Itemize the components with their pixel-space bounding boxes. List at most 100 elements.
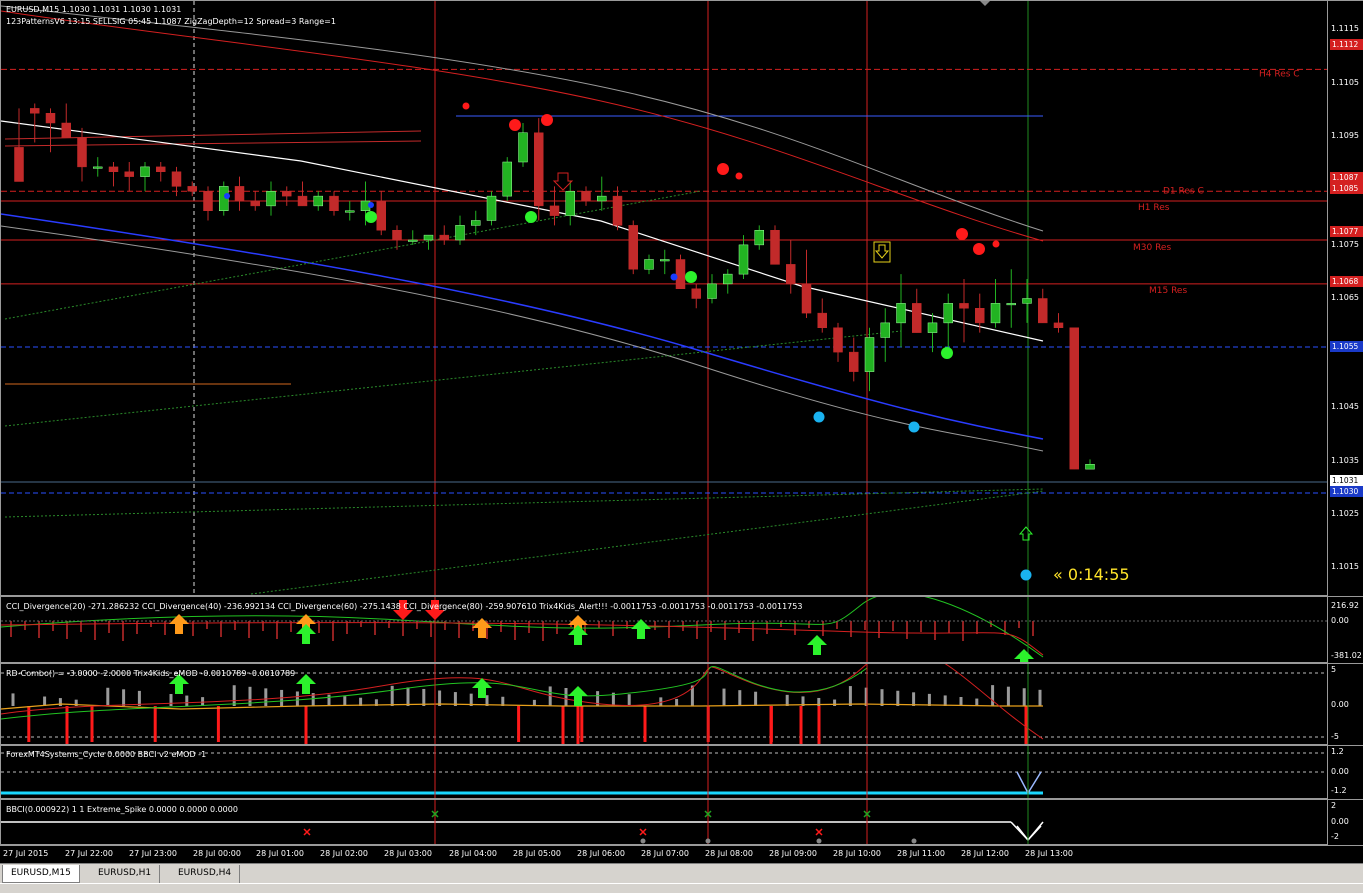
candle-body bbox=[203, 191, 213, 211]
indicator-label: 123PatternsV6 13:15 SELLSIG 05:45 1.1087… bbox=[6, 17, 336, 26]
candle-body bbox=[455, 225, 465, 241]
price-tick: 1.1105 bbox=[1331, 78, 1359, 87]
cci-axis: 216.92 0.00 -381.02 bbox=[1328, 596, 1363, 663]
resistance-label: M30 Res bbox=[1133, 243, 1171, 253]
rd-combo-label: RD-Combo() = -3.0000 -2.0000 Trix4Kids_e… bbox=[6, 669, 296, 678]
time-tick: 27 Jul 22:00 bbox=[65, 849, 113, 858]
candle-body bbox=[896, 303, 906, 324]
candle-body bbox=[61, 122, 71, 138]
signal-dot bbox=[735, 172, 743, 180]
candle-body bbox=[250, 200, 260, 207]
signal-dot bbox=[670, 273, 678, 281]
moving-average-line bbox=[1, 225, 1044, 452]
signal-dot bbox=[1020, 569, 1032, 581]
resistance-label: D1 Res C bbox=[1163, 186, 1204, 196]
rd-axis: 5 0.00 -5 bbox=[1328, 663, 1363, 745]
cci-tick: 216.92 bbox=[1331, 601, 1359, 610]
candle-body bbox=[644, 259, 654, 270]
price-tick: 1.1075 bbox=[1331, 240, 1359, 249]
price-tag-bid: 1.1031 bbox=[1330, 475, 1363, 486]
signal-dot bbox=[685, 271, 697, 283]
cycle-pane[interactable]: ForexMT4Systems_Cycle 0.0000 BBCI v2 eMO… bbox=[0, 745, 1328, 799]
rd-tick: 5 bbox=[1331, 665, 1337, 674]
buy-arrow-icon bbox=[807, 635, 827, 655]
time-tick: 28 Jul 04:00 bbox=[449, 849, 497, 858]
candle-body bbox=[660, 259, 670, 262]
candle-body bbox=[943, 303, 953, 324]
candle-body bbox=[1069, 327, 1079, 470]
candle-body bbox=[597, 195, 607, 202]
candle-body bbox=[849, 351, 859, 372]
time-tick: 28 Jul 03:00 bbox=[384, 849, 432, 858]
resistance-label: H4 Res C bbox=[1259, 69, 1300, 79]
price-tick: 1.1065 bbox=[1331, 293, 1359, 302]
signal-dot bbox=[911, 838, 917, 844]
signal-dot bbox=[525, 211, 537, 223]
candle-body bbox=[171, 171, 182, 187]
signal-dot bbox=[908, 421, 920, 433]
main-chart-pane[interactable]: H4 Res C D1 Res C H1 Res M30 Res M15 Res EUR… bbox=[0, 0, 1328, 596]
trend-line bbox=[4, 330, 902, 427]
tab-eurusd-h4[interactable]: EURUSD,H4 bbox=[170, 865, 241, 883]
candle-body bbox=[628, 225, 638, 270]
candle-body bbox=[486, 195, 497, 221]
candle-body bbox=[77, 137, 87, 168]
signal-dot bbox=[813, 411, 825, 423]
candle-body bbox=[266, 191, 276, 207]
candle-body bbox=[786, 264, 796, 285]
cci-tick: 0.00 bbox=[1331, 616, 1349, 625]
candle-body bbox=[1038, 298, 1048, 324]
time-tick: 28 Jul 11:00 bbox=[897, 849, 945, 858]
price-tag-h4: 1.1112 bbox=[1330, 39, 1363, 50]
trend-line bbox=[4, 190, 702, 320]
price-tick: 1.1095 bbox=[1331, 131, 1359, 140]
tab-eurusd-m15[interactable]: EURUSD,M15 bbox=[2, 865, 80, 883]
buy-arrow-icon bbox=[568, 686, 588, 706]
chart-title: EURUSD,M15 1.1030 1.1031 1.1030 1.1031 bbox=[6, 5, 182, 14]
candle-body bbox=[723, 273, 733, 285]
price-tag-d1: 1.1087 bbox=[1330, 172, 1363, 183]
price-tag-h1: 1.1085 bbox=[1330, 183, 1363, 194]
candle-body bbox=[345, 210, 355, 213]
time-tick: 28 Jul 07:00 bbox=[641, 849, 689, 858]
price-chart[interactable]: H4 Res C D1 Res C H1 Res M30 Res M15 Res bbox=[1, 1, 1328, 596]
signal-dot bbox=[462, 102, 470, 110]
cross-marker-icon bbox=[303, 828, 311, 836]
bbci-pane[interactable]: BBCI(0.000922) 1 1 Extreme_Spike 0.0000 … bbox=[0, 799, 1328, 845]
resistance-label: M15 Res bbox=[1149, 286, 1187, 296]
candle-body bbox=[738, 244, 749, 275]
candle-body bbox=[282, 191, 292, 197]
time-tick: 28 Jul 09:00 bbox=[769, 849, 817, 858]
candle-body bbox=[234, 186, 245, 202]
tab-eurusd-h1[interactable]: EURUSD,H1 bbox=[90, 865, 161, 883]
candle-body bbox=[675, 259, 686, 289]
time-tick: 28 Jul 13:00 bbox=[1025, 849, 1073, 858]
candle-body bbox=[534, 132, 544, 207]
candle-body bbox=[612, 195, 623, 226]
price-tag-m15: 1.1068 bbox=[1330, 276, 1363, 287]
time-tick: 28 Jul 12:00 bbox=[961, 849, 1009, 858]
bbci-line bbox=[1010, 821, 1044, 842]
bbci-label: BBCI(0.000922) 1 1 Extreme_Spike 0.0000 … bbox=[6, 805, 238, 814]
price-tick: 1.1115 bbox=[1331, 24, 1359, 33]
candle-body bbox=[423, 234, 434, 241]
cci-pane[interactable]: CCI_Divergence(20) -271.286232 CCI_Diver… bbox=[0, 596, 1328, 663]
cycle-tick: -1.2 bbox=[1331, 786, 1347, 795]
candle-body bbox=[376, 200, 386, 231]
cci-tick: -381.02 bbox=[1331, 651, 1362, 660]
time-tick: 28 Jul 10:00 bbox=[833, 849, 881, 858]
cycle-tick: 0.00 bbox=[1331, 767, 1349, 776]
candle-body bbox=[754, 230, 764, 246]
candle-body bbox=[502, 161, 512, 197]
rd-combo-pane[interactable]: RD-Combo() = -3.0000 -2.0000 Trix4Kids_e… bbox=[0, 663, 1328, 745]
time-tick: 27 Jul 23:00 bbox=[129, 849, 177, 858]
time-tick: 28 Jul 00:00 bbox=[193, 849, 241, 858]
signal-dot bbox=[816, 838, 822, 844]
status-bar bbox=[0, 883, 1363, 893]
price-tick: 1.1025 bbox=[1331, 509, 1359, 518]
candle-body bbox=[187, 186, 197, 192]
candle-body bbox=[93, 166, 103, 169]
cross-marker-icon bbox=[815, 828, 823, 836]
price-tick: 1.1035 bbox=[1331, 456, 1359, 465]
bbci-axis: 2 0.00 -2 bbox=[1328, 799, 1363, 845]
